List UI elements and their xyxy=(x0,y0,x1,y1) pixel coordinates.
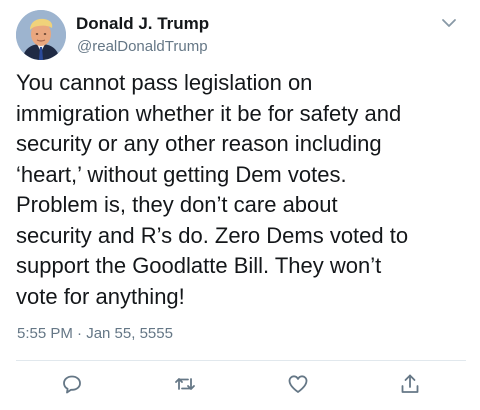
retweet-icon xyxy=(175,378,195,390)
tweet-card: Donald J. Trump @realDonaldTrump You can… xyxy=(0,0,480,410)
divider xyxy=(16,360,466,361)
reply-icon xyxy=(63,375,81,394)
like-button[interactable] xyxy=(286,372,310,396)
heart-icon xyxy=(288,375,308,393)
retweet-button[interactable] xyxy=(173,372,197,396)
chevron-down-icon[interactable] xyxy=(438,14,460,32)
tweet-timestamp[interactable]: 5:55 PM · Jan 55, 5555 xyxy=(17,325,173,342)
share-button[interactable] xyxy=(398,372,422,396)
avatar-image xyxy=(16,10,66,60)
display-name[interactable]: Donald J. Trump xyxy=(76,14,209,34)
avatar[interactable] xyxy=(16,10,66,60)
share-icon xyxy=(401,374,419,393)
user-handle[interactable]: @realDonaldTrump xyxy=(77,38,208,55)
reply-button[interactable] xyxy=(60,372,84,396)
tweet-text: You cannot pass legislation on immigrati… xyxy=(16,70,409,309)
